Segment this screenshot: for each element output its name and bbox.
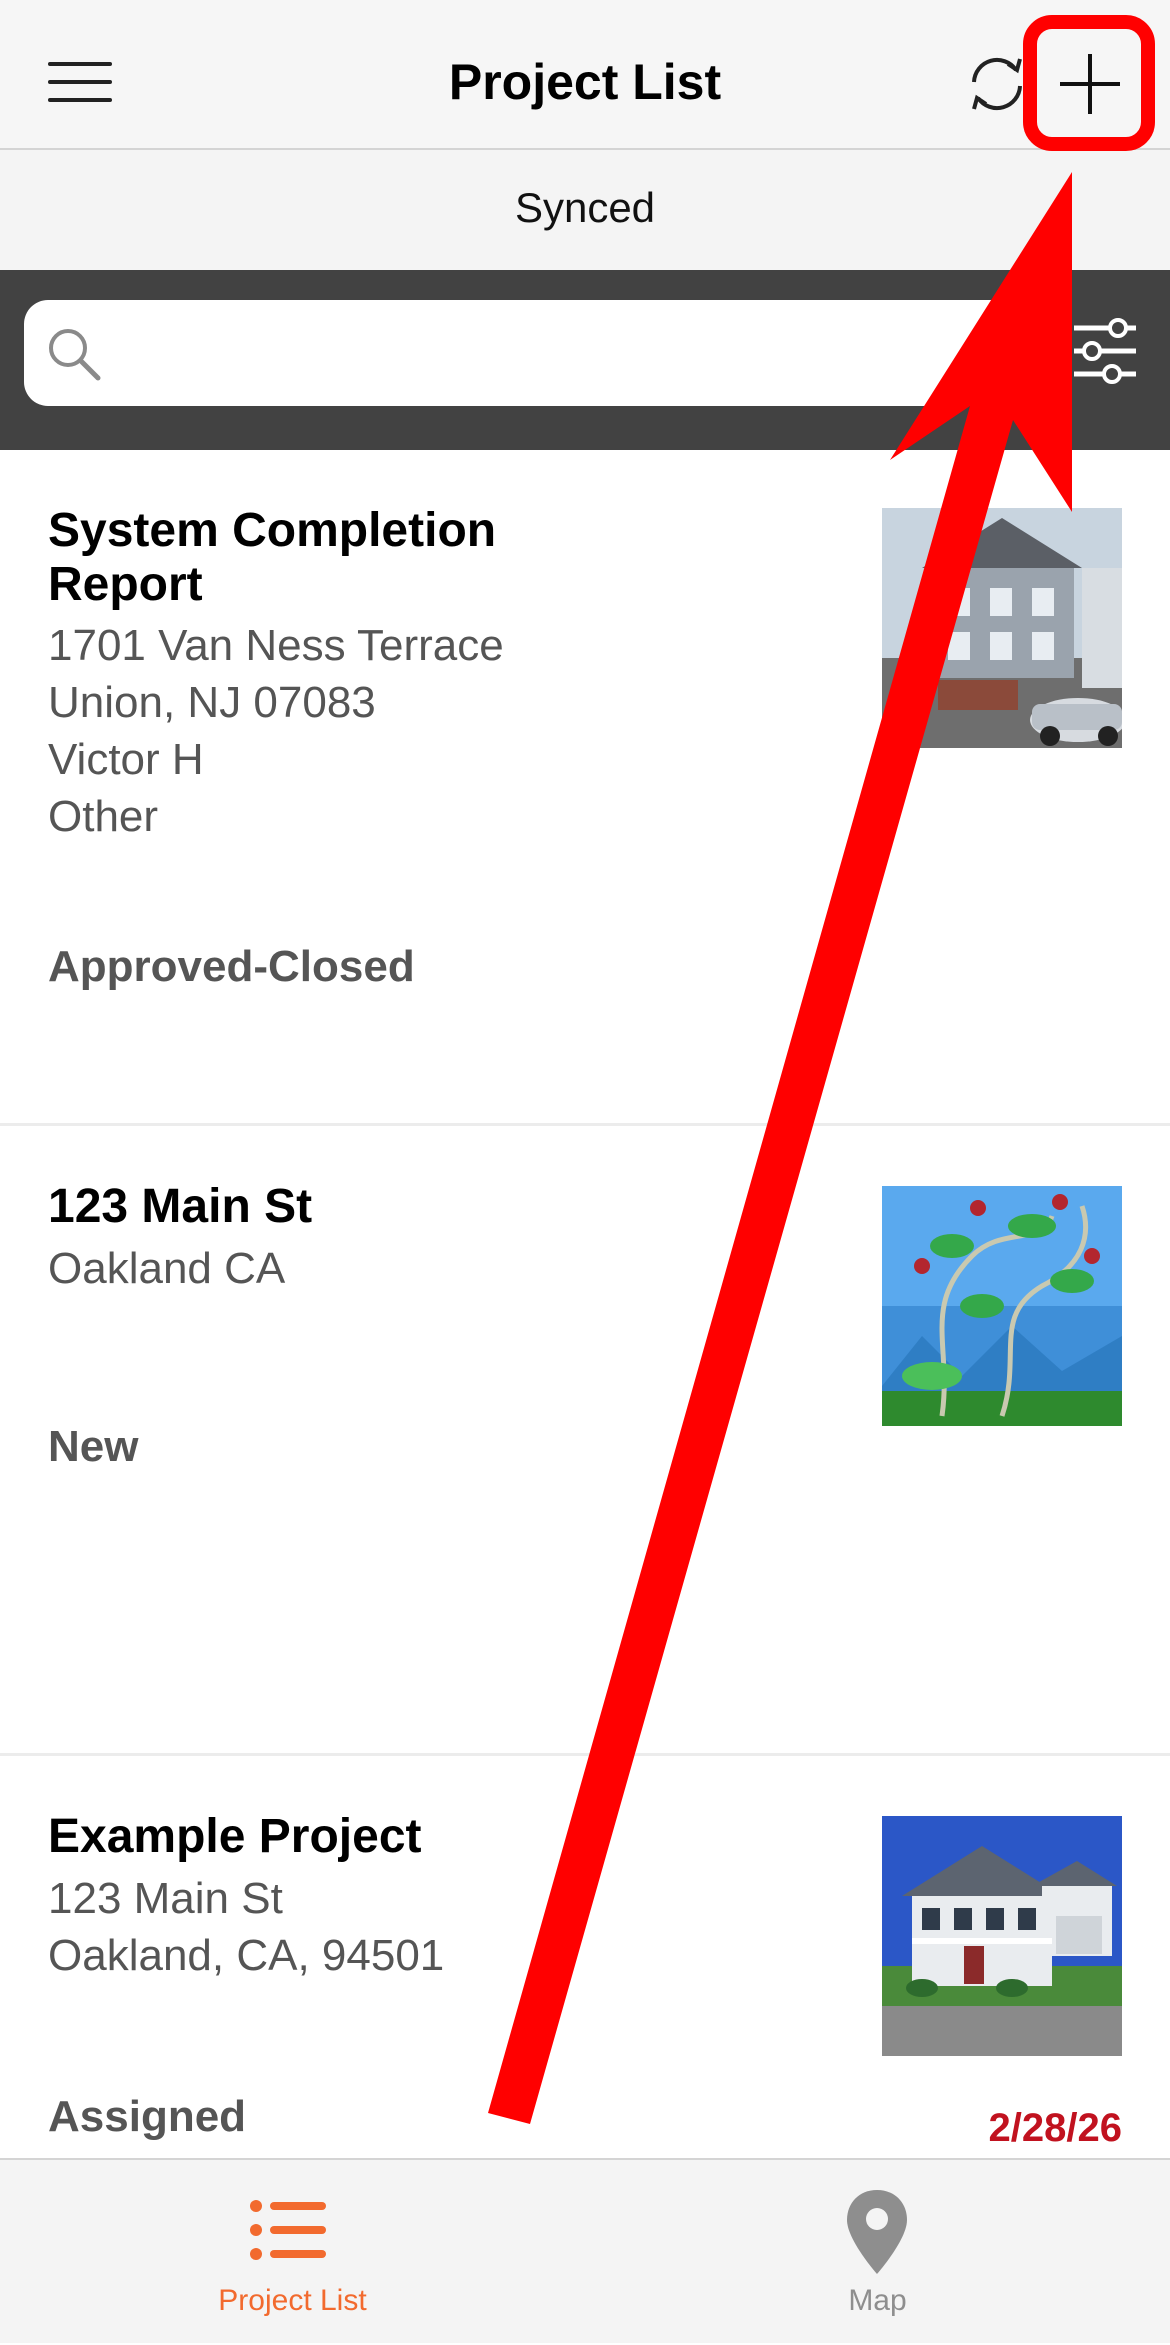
project-title: Example Project — [48, 1810, 422, 1863]
top-navigation-bar: Project List — [0, 0, 1170, 150]
sync-status-bar: Synced — [0, 150, 1170, 270]
search-bar-container — [0, 270, 1170, 450]
search-icon — [49, 329, 101, 381]
add-project-button[interactable] — [1050, 44, 1130, 124]
project-title: System Completion Report — [48, 504, 497, 611]
filter-button[interactable] — [1070, 314, 1140, 388]
project-due-date: 2/28/26 — [988, 2106, 1122, 2150]
project-address: 123 Main St — [48, 1874, 283, 1923]
bottom-tab-bar: Project List Map — [0, 2158, 1170, 2343]
plus-icon — [1060, 54, 1120, 114]
project-status: Assigned — [48, 2092, 247, 2141]
project-type: Other — [48, 792, 159, 841]
map-pin-icon — [847, 2190, 907, 2274]
project-assignee: Victor H — [48, 735, 204, 784]
project-card[interactable]: System Completion Report 1701 Van Ness T… — [0, 450, 1170, 1126]
tab-label: Map — [848, 2284, 907, 2317]
search-box — [24, 300, 1064, 408]
project-thumbnail — [882, 1186, 1122, 1426]
search-input[interactable] — [114, 300, 1048, 408]
project-status: New — [48, 1422, 139, 1471]
sliders-icon — [1074, 318, 1136, 384]
project-city: Oakland CA — [48, 1244, 286, 1293]
project-city: Union, NJ 07083 — [48, 678, 376, 727]
tab-label: Project List — [218, 2284, 367, 2317]
tab-project-list[interactable]: Project List — [0, 2160, 585, 2345]
project-thumbnail — [882, 1816, 1122, 2056]
project-title: 123 Main St — [48, 1180, 313, 1233]
project-card[interactable]: Example Project 123 Main St Oakland, CA,… — [0, 1756, 1170, 2158]
project-address: 1701 Van Ness Terrace — [48, 621, 504, 670]
project-city: Oakland, CA, 94501 — [48, 1931, 445, 1980]
sync-arrows-icon — [972, 57, 1022, 111]
list-icon — [250, 2200, 326, 2260]
project-thumbnail — [882, 508, 1122, 748]
sync-status-text: Synced — [514, 184, 656, 231]
project-card[interactable]: 123 Main St Oakland CA New — [0, 1126, 1170, 1756]
sync-button[interactable] — [964, 52, 1030, 116]
tab-map[interactable]: Map — [585, 2160, 1170, 2345]
project-status: Approved-Closed — [48, 942, 415, 991]
